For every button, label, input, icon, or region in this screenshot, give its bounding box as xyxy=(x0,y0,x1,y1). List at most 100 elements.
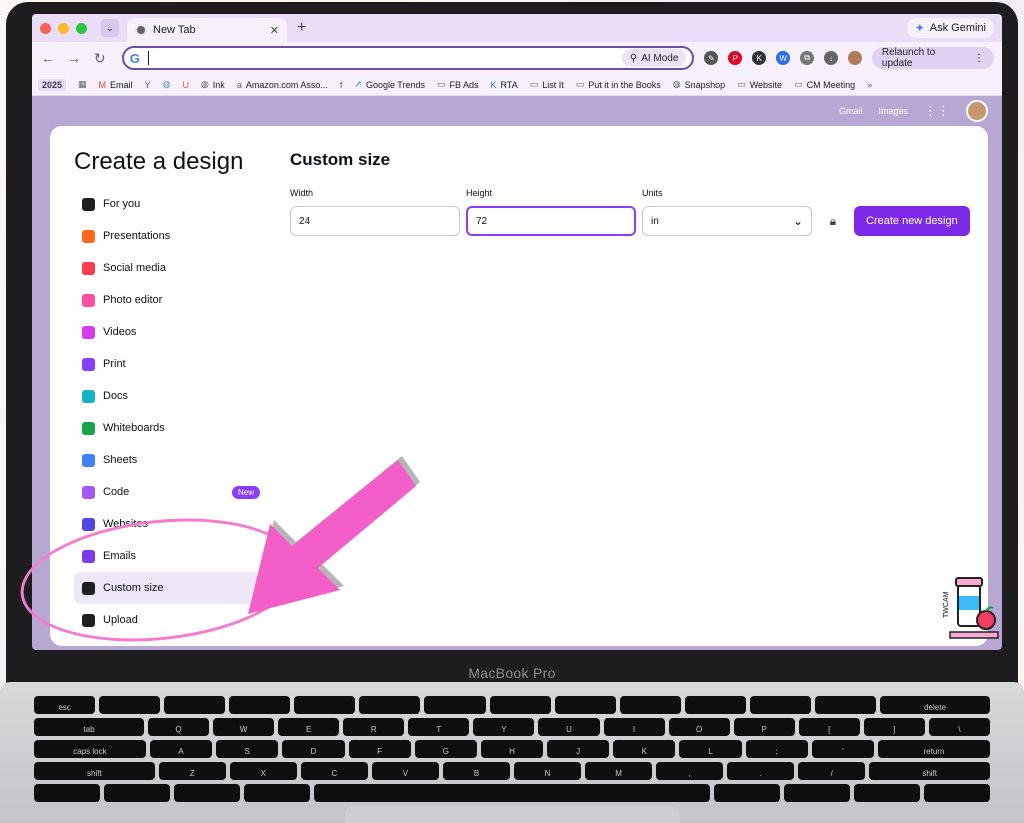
forward-icon[interactable]: → xyxy=(66,50,82,66)
tab-search-icon[interactable]: ⌄ xyxy=(101,19,119,37)
bookmark-list-it[interactable]: ▭ List It xyxy=(530,79,564,90)
bookmark-amazon[interactable]: a Amazon.com Asso... xyxy=(237,80,328,90)
tab-new-tab[interactable]: New Tab ✕ xyxy=(127,18,287,42)
whiteboard-icon xyxy=(82,421,95,435)
more-bookmarks-icon[interactable]: » xyxy=(867,80,872,90)
close-window-button[interactable] xyxy=(40,22,51,34)
create-new-design-button[interactable]: Create new design xyxy=(854,206,970,236)
bookmark-2025[interactable]: 2025 xyxy=(38,78,67,91)
sidebar-item-photo-editor[interactable]: Photo editor xyxy=(74,284,270,316)
key xyxy=(749,696,811,714)
avatar[interactable] xyxy=(966,100,988,122)
bookmark-ink[interactable]: ◍ Ink xyxy=(201,79,225,90)
bookmarks-bar: 2025 ▦ M Email Y ◍ U ◍ Ink a Amazon.com Ass… xyxy=(32,74,1002,96)
ask-gemini-button[interactable]: ✦ Ask Gemini xyxy=(906,18,994,38)
width-input[interactable]: 24 xyxy=(290,206,460,236)
height-label: Height xyxy=(466,188,493,198)
key: J xyxy=(547,740,610,758)
ai-mode-label: AI Mode xyxy=(641,52,679,64)
images-link[interactable]: Images xyxy=(878,106,908,116)
sidebar-item-label: Photo editor xyxy=(103,294,163,306)
key: delete xyxy=(880,696,990,714)
tab-title: New Tab xyxy=(153,24,196,36)
laptop-keyboard-base: esc delete tab Q W E R T Y U I O P[] \ caps lock A S D F G H… xyxy=(0,682,1024,823)
sidebar-item-docs[interactable]: Docs xyxy=(74,380,270,412)
key: K xyxy=(613,740,676,758)
custom-size-title: Custom size xyxy=(290,150,391,169)
relaunch-button[interactable]: Relaunch to update ⋮ xyxy=(871,47,995,69)
trackpad xyxy=(345,806,680,823)
sidebar-item-presentations[interactable]: Presentations xyxy=(74,220,270,252)
globe-icon: ◍ xyxy=(200,79,209,89)
maximize-window-button[interactable] xyxy=(76,22,87,34)
bookmark-snapshop[interactable]: ◍ Snapshop xyxy=(673,79,725,90)
sidebar-item-for-you[interactable]: For you xyxy=(74,188,270,220)
reload-icon[interactable]: ↻ xyxy=(92,50,108,67)
key: X xyxy=(229,762,297,780)
bookmark-google-trends[interactable]: ↗ Google Trends xyxy=(354,79,425,90)
k-extension-icon[interactable]: K xyxy=(752,51,767,65)
extensions-icon[interactable]: ⧉ xyxy=(800,51,815,65)
key: O xyxy=(668,718,730,736)
sidebar-item-social-media[interactable]: Social media xyxy=(74,252,270,284)
globe-bookmark-icon[interactable]: ◍ xyxy=(163,79,171,90)
folder-icon: ▭ xyxy=(529,79,539,89)
key: caps lock xyxy=(34,740,146,758)
key xyxy=(34,784,100,802)
key: shift xyxy=(869,762,991,780)
sidebar-item-whiteboards[interactable]: Whiteboards xyxy=(74,412,270,444)
key: D xyxy=(282,740,345,758)
bookmark-cm-meeting[interactable]: ▭ CM Meeting xyxy=(794,79,855,90)
size-fields: Width 24 Height 72 Units in ⌄ 🔒︎ Create … xyxy=(290,188,970,236)
minimize-window-button[interactable] xyxy=(58,22,69,34)
sidebar-item-label: Docs xyxy=(103,390,129,402)
apps-grid-icon[interactable]: ▦ xyxy=(78,79,87,90)
bookmark-website[interactable]: ▭ Website xyxy=(737,79,782,90)
sidebar-item-label: Code xyxy=(103,486,130,498)
sidebar-item-print[interactable]: Print xyxy=(74,348,270,380)
units-label: Units xyxy=(642,188,663,198)
window-controls xyxy=(40,22,87,34)
key: . xyxy=(727,762,795,780)
profile-icon[interactable] xyxy=(847,51,862,65)
pink-arrow-icon xyxy=(248,456,420,614)
keyboard-row xyxy=(34,784,990,802)
pinterest-icon[interactable]: P xyxy=(728,51,743,65)
modal-title: Create a design xyxy=(74,148,244,175)
bookmark-rta[interactable]: K RTA xyxy=(491,80,518,90)
key: L xyxy=(679,740,742,758)
height-input[interactable]: 72 xyxy=(466,206,636,236)
key: C xyxy=(300,762,368,780)
units-select[interactable]: in ⌄ xyxy=(642,206,812,236)
key xyxy=(784,784,850,802)
bookmark-put-it-in-the-books[interactable]: ▭ Put it in the Books xyxy=(576,79,661,90)
sidebar-item-label: Whiteboards xyxy=(103,422,165,434)
close-tab-icon[interactable]: ✕ xyxy=(270,24,279,37)
bookmark-fb-ads[interactable]: ▭ FB Ads xyxy=(437,79,479,90)
sidebar-item-videos[interactable]: Videos xyxy=(74,316,270,348)
ai-mode-button[interactable]: ⚲ AI Mode xyxy=(621,49,687,67)
folder-icon: ▭ xyxy=(737,79,746,89)
key: F xyxy=(348,740,411,758)
facebook-icon[interactable]: f xyxy=(340,80,343,90)
key: H xyxy=(480,740,544,758)
u-bookmark-icon[interactable]: U xyxy=(182,80,189,90)
yahoo-icon[interactable]: Y xyxy=(145,80,151,90)
address-bar[interactable]: G ⚲ AI Mode xyxy=(121,46,695,70)
key xyxy=(164,696,226,714)
keyboard-row: caps lock A S D F G H J K L; ' return xyxy=(34,740,990,758)
pen-extension-icon[interactable]: ✎ xyxy=(704,51,719,65)
bookmark-email[interactable]: M Email xyxy=(99,80,133,90)
google-apps-icon[interactable]: ⋮⋮ xyxy=(924,103,950,119)
lock-aspect-icon[interactable]: 🔒︎ xyxy=(818,206,848,236)
new-tab-button[interactable]: + xyxy=(297,19,306,37)
keyboard-row: shift Z X C V B N M,. / shift xyxy=(34,762,991,780)
keyboard: esc delete tab Q W E R T Y U I O P[] \ caps lock A S D F G H… xyxy=(34,696,991,814)
units-field: Units in ⌄ xyxy=(642,188,812,236)
gmail-link[interactable]: Gmail xyxy=(839,106,863,116)
more-menu-icon[interactable]: ⋮ xyxy=(974,53,984,64)
back-icon[interactable]: ← xyxy=(40,50,56,66)
w-extension-icon[interactable]: W xyxy=(776,51,791,65)
download-icon[interactable]: ↓ xyxy=(824,51,838,65)
website-icon xyxy=(82,517,95,531)
